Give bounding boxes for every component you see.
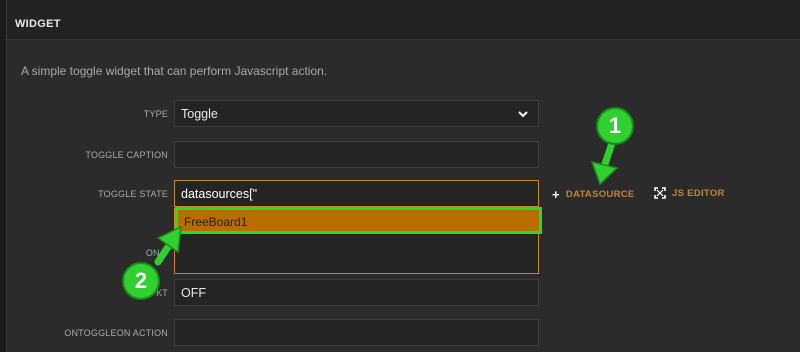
annotation-arrows bbox=[154, 139, 619, 266]
callout-1: 1 bbox=[596, 107, 634, 145]
callout-2: 2 bbox=[122, 262, 160, 300]
